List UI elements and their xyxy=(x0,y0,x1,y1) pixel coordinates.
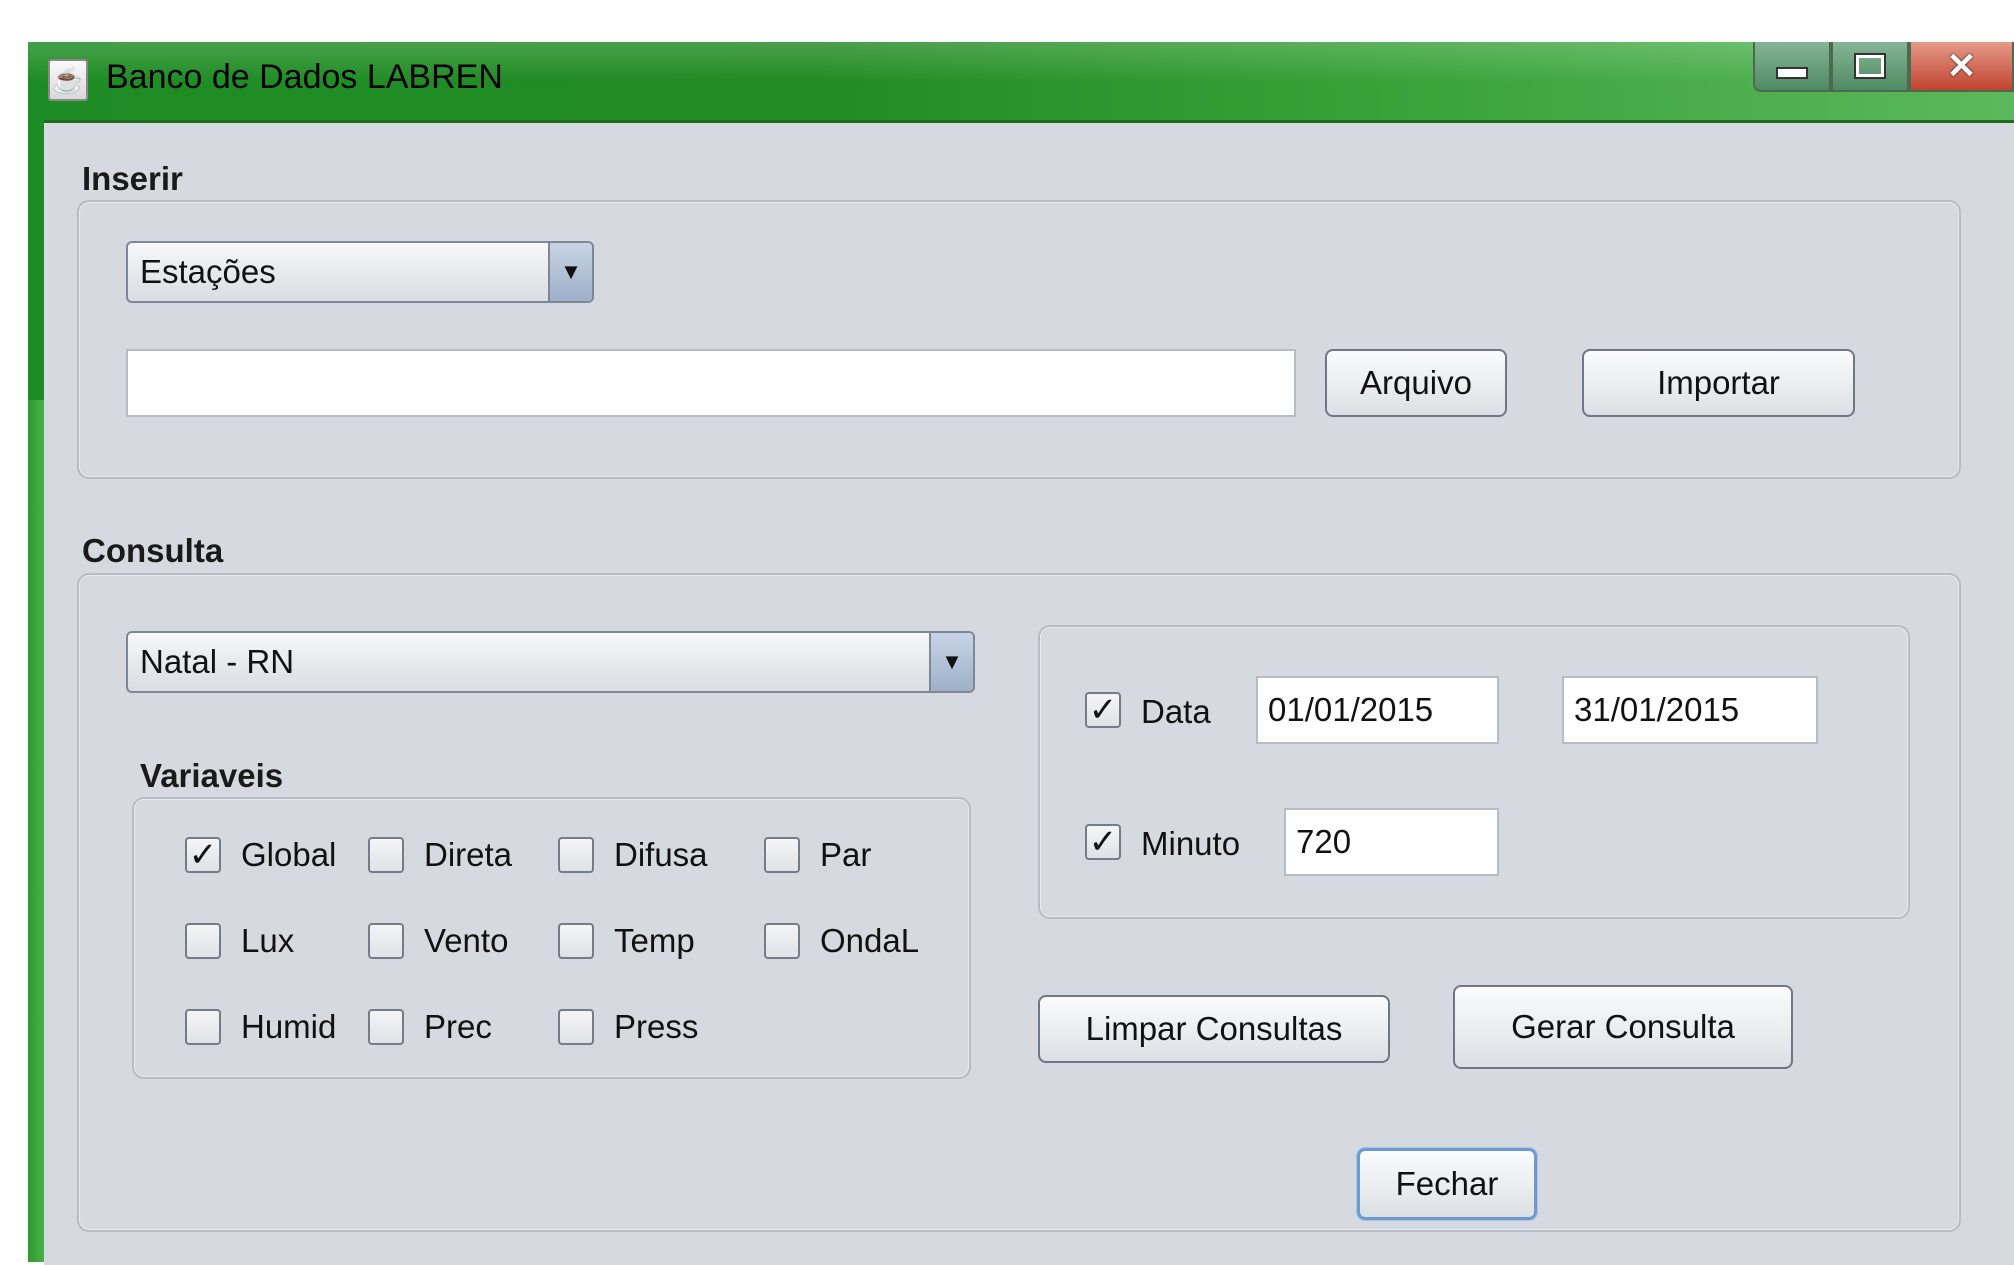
window-title: Banco de Dados LABREN xyxy=(106,58,503,96)
data-start-input[interactable]: 01/01/2015 xyxy=(1256,676,1499,744)
variable-label: Prec xyxy=(424,1008,492,1045)
variable-checkbox[interactable] xyxy=(368,837,404,873)
variable-label: Vento xyxy=(424,922,509,959)
variable-checkbox[interactable]: ✓ xyxy=(185,837,221,873)
gerar-consulta-button[interactable]: Gerar Consulta xyxy=(1453,985,1793,1069)
variable-label: OndaL xyxy=(820,922,920,959)
arquivo-button[interactable]: Arquivo xyxy=(1325,349,1507,417)
variable-checkbox[interactable] xyxy=(368,923,404,959)
variable-checkbox[interactable] xyxy=(185,1009,221,1045)
limpar-consultas-button[interactable]: Limpar Consultas xyxy=(1038,995,1390,1063)
insert-type-combo[interactable]: Estações ▼ xyxy=(126,241,594,303)
minuto-checkbox[interactable]: ✓ xyxy=(1085,824,1121,860)
data-label: Data xyxy=(1141,693,1211,730)
variable-label: Humid xyxy=(241,1008,337,1045)
variable-checkbox[interactable] xyxy=(558,923,594,959)
variable-checkbox[interactable] xyxy=(368,1009,404,1045)
variable-checkbox[interactable] xyxy=(764,837,800,873)
window-border xyxy=(28,400,44,1262)
minimize-icon xyxy=(1776,67,1808,79)
minuto-label: Minuto xyxy=(1141,825,1241,862)
data-end-input[interactable]: 31/01/2015 xyxy=(1562,676,1818,744)
fechar-button[interactable]: Fechar xyxy=(1357,1148,1537,1220)
insert-type-value: Estações xyxy=(140,253,276,290)
data-checkbox[interactable]: ✓ xyxy=(1085,692,1121,728)
variable-label: Lux xyxy=(241,922,295,959)
variable-checkbox[interactable] xyxy=(558,837,594,873)
station-value: Natal - RN xyxy=(140,643,295,680)
variable-checkbox[interactable] xyxy=(185,923,221,959)
minuto-input[interactable]: 720 xyxy=(1284,808,1499,876)
variable-label: Par xyxy=(820,836,872,873)
dropdown-arrow-icon[interactable]: ▼ xyxy=(548,243,592,301)
dropdown-arrow-icon[interactable]: ▼ xyxy=(929,633,973,691)
minimize-button[interactable] xyxy=(1753,42,1831,92)
variable-label: Direta xyxy=(424,836,513,873)
station-combo[interactable]: Natal - RN ▼ xyxy=(126,631,975,693)
file-path-input[interactable] xyxy=(126,349,1296,417)
variable-label: Difusa xyxy=(614,836,708,873)
maximize-icon xyxy=(1854,53,1886,79)
variable-label: Press xyxy=(614,1008,699,1045)
close-icon: ✕ xyxy=(1946,45,1977,86)
importar-button[interactable]: Importar xyxy=(1582,349,1855,417)
maximize-button[interactable] xyxy=(1831,42,1909,92)
inserir-group-title: Inserir xyxy=(82,160,183,197)
variable-checkbox[interactable] xyxy=(764,923,800,959)
variable-label: Temp xyxy=(614,922,695,959)
variaveis-title: Variaveis xyxy=(140,757,284,794)
variable-checkbox[interactable] xyxy=(558,1009,594,1045)
java-app-icon: ☕ xyxy=(48,59,88,101)
close-button[interactable]: ✕ xyxy=(1909,42,2014,92)
variable-label: Global xyxy=(241,836,337,873)
consulta-group-title: Consulta xyxy=(82,532,224,569)
